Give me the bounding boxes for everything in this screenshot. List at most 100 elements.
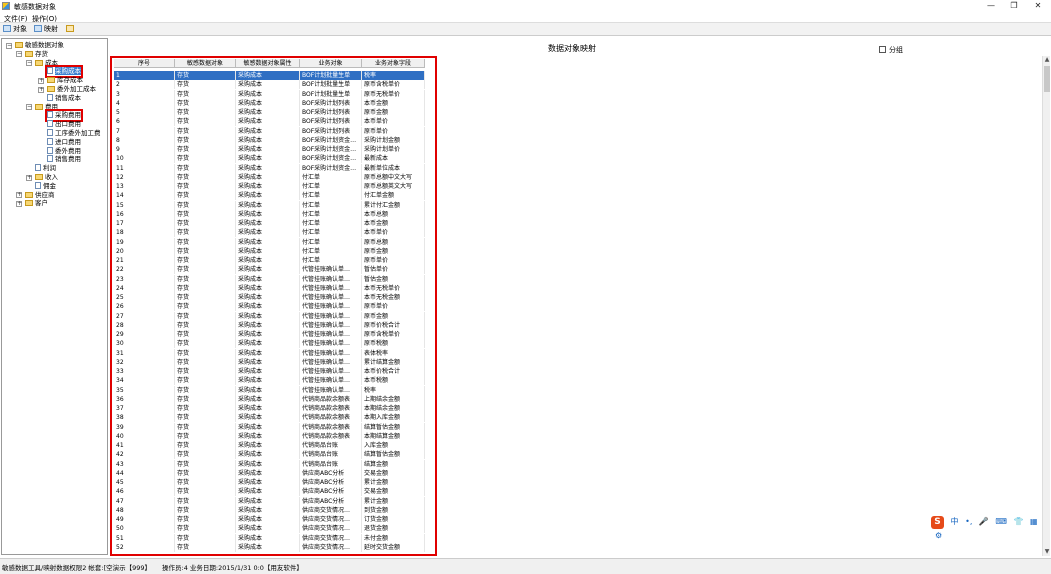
table-row[interactable]: 36 存货 采购成本 代销商品款余额表 上期结余金额 <box>114 394 425 404</box>
tree-toggle-icon[interactable]: − <box>16 51 22 58</box>
table-row[interactable]: 1 存货 采购成本 BOF计划批量生单 税率 <box>114 71 425 80</box>
table-row[interactable]: 14 存货 采购成本 付汇单 付汇单金额 <box>114 191 425 201</box>
table-row[interactable]: 8 存货 采购成本 BOF采购计划资金… 采购计划金额 <box>114 135 425 145</box>
table-row[interactable]: 4 存货 采购成本 BOF采购计划列表 本币金额 <box>114 98 425 108</box>
table-row[interactable]: 52 存货 采购成本 供应商交货情况… 延时交货金额 <box>114 542 425 552</box>
tree-node[interactable]: 收入 <box>35 173 58 182</box>
tree-node[interactable]: 敏感数据对象 <box>15 41 64 50</box>
minimize-icon[interactable]: — <box>984 1 998 11</box>
tree-node[interactable]: 工序委外加工费 <box>47 129 101 138</box>
column-header[interactable]: 业务对象 <box>300 59 362 68</box>
tree-node[interactable]: 出口费用 <box>47 120 81 129</box>
table-cell: 上期结余金额 <box>362 394 425 404</box>
table-row[interactable]: 10 存货 采购成本 BOF采购计划资金… 最新成本 <box>114 154 425 164</box>
object-button[interactable]: 对象 <box>3 25 27 34</box>
tree-node[interactable]: 委外加工成本 <box>47 85 96 94</box>
close-icon[interactable]: ✕ <box>1031 1 1045 11</box>
keyboard-icon[interactable]: ⌨ <box>995 515 1007 529</box>
table-row[interactable]: 38 存货 采购成本 代销商品款余额表 本期入库金额 <box>114 413 425 423</box>
table-row[interactable]: 40 存货 采购成本 代销商品款余额表 本期结算金额 <box>114 431 425 441</box>
table-row[interactable]: 47 存货 采购成本 供应商ABC分析 累计金额 <box>114 496 425 506</box>
tree-node[interactable]: 佣金 <box>35 181 56 191</box>
table-row[interactable]: 46 存货 采购成本 供应商ABC分析 交易金额 <box>114 487 425 497</box>
table-row[interactable]: 30 存货 采购成本 代管挂账确认单… 原币税额 <box>114 339 425 349</box>
tree-node[interactable]: 存货 <box>25 50 48 59</box>
table-row[interactable]: 3 存货 采购成本 BOF计划批量生单 原币无税单价 <box>114 89 425 99</box>
table-row[interactable]: 29 存货 采购成本 代管挂账确认单… 原币含税单价 <box>114 330 425 339</box>
table-row[interactable]: 35 存货 采购成本 代管挂账确认单… 税率 <box>114 385 425 395</box>
ime-toolbar[interactable]: S 中 •, 🎤 ⌨ 👕 ▦ ⚙ <box>931 515 1043 540</box>
table-row[interactable]: 25 存货 采购成本 代管挂账确认单… 本币无税金额 <box>114 293 425 302</box>
table-row[interactable]: 21 存货 采购成本 付汇单 原币单价 <box>114 256 425 265</box>
sogou-ime-icon[interactable]: S <box>931 516 944 529</box>
grid-icon[interactable]: ▦ <box>1030 515 1038 529</box>
tree-toggle-icon[interactable]: − <box>6 42 12 49</box>
table-row[interactable]: 43 存货 采购成本 代销商品台账 结算金额 <box>114 459 425 469</box>
scroll-thumb[interactable] <box>1044 66 1050 92</box>
punctuation-icon[interactable]: •, <box>965 515 972 529</box>
table-row[interactable]: 23 存货 采购成本 代管挂账确认单… 暂估金额 <box>114 274 425 284</box>
table-row[interactable]: 18 存货 采购成本 付汇单 本币单价 <box>114 228 425 238</box>
table-row[interactable]: 37 存货 采购成本 代销商品款余额表 本期结余金额 <box>114 404 425 413</box>
tree-toggle-icon[interactable]: + <box>38 77 44 84</box>
tree-node[interactable]: 客户 <box>25 199 48 208</box>
mapping-button[interactable]: 映射 <box>34 25 58 34</box>
column-header[interactable]: 敏感数据对象属性 <box>236 59 300 68</box>
table-row[interactable]: 33 存货 采购成本 代管挂账确认单… 本币价税合计 <box>114 367 425 376</box>
table-row[interactable]: 45 存货 采购成本 供应商ABC分析 累计金额 <box>114 478 425 487</box>
exit-button[interactable] <box>66 25 76 34</box>
table-row[interactable]: 9 存货 采购成本 BOF采购计划资金… 采购计划单价 <box>114 145 425 154</box>
tree-toggle-icon[interactable]: − <box>26 60 32 67</box>
table-row[interactable]: 20 存货 采购成本 付汇单 原币金额 <box>114 246 425 256</box>
tree-toggle-icon[interactable]: + <box>16 200 22 207</box>
tree-node[interactable]: 库存成本 <box>47 76 83 85</box>
table-cell: 付汇单 <box>300 182 362 191</box>
table-row[interactable]: 34 存货 采购成本 代管挂账确认单… 本币税额 <box>114 376 425 386</box>
table-row[interactable]: 2 存货 采购成本 BOF计划批量生单 原币含税单价 <box>114 80 425 90</box>
table-row[interactable]: 12 存货 采购成本 付汇单 原币总额中文大写 <box>114 172 425 182</box>
table-row[interactable]: 31 存货 采购成本 代管挂账确认单… 表体税率 <box>114 348 425 358</box>
skin-icon[interactable]: 👕 <box>1014 515 1024 529</box>
table-row[interactable]: 26 存货 采购成本 代管挂账确认单… 原币单价 <box>114 302 425 312</box>
table-row[interactable]: 48 存货 采购成本 供应商交货情况… 到货金额 <box>114 505 425 515</box>
column-header[interactable]: 业务对象字段 <box>362 59 425 68</box>
table-row[interactable]: 44 存货 采购成本 供应商ABC分析 交易金额 <box>114 468 425 478</box>
tree-node[interactable]: 进口费用 <box>47 137 81 147</box>
table-row[interactable]: 41 存货 采购成本 代销商品台账 入库金额 <box>114 441 425 450</box>
table-row[interactable]: 39 存货 采购成本 代销商品款余额表 结算暂估金额 <box>114 422 425 432</box>
table-row[interactable]: 17 存货 采购成本 付汇单 本币金额 <box>114 219 425 228</box>
tree-node[interactable]: 销售成本 <box>47 93 81 103</box>
tree-toggle-icon[interactable]: + <box>16 192 22 199</box>
table-row[interactable]: 51 存货 采购成本 供应商交货情况… 未付金额 <box>114 533 425 543</box>
table-row[interactable]: 15 存货 采购成本 付汇单 累计付汇金额 <box>114 200 425 210</box>
table-row[interactable]: 22 存货 采购成本 代管挂账确认单… 暂估单价 <box>114 265 425 275</box>
table-row[interactable]: 32 存货 采购成本 代管挂账确认单… 累计结算金额 <box>114 357 425 367</box>
table-row[interactable]: 11 存货 采购成本 BOF采购计划资金… 最新单位成本 <box>114 163 425 173</box>
table-row[interactable]: 5 存货 采购成本 BOF采购计划列表 原币金额 <box>114 108 425 117</box>
table-row[interactable]: 42 存货 采购成本 代销商品台账 结算暂估金额 <box>114 450 425 460</box>
table-row[interactable]: 49 存货 采购成本 供应商交货情况… 订货金额 <box>114 515 425 524</box>
settings-icon[interactable]: ⚙ <box>935 529 942 543</box>
tree-toggle-icon[interactable]: − <box>26 104 32 111</box>
ime-language[interactable]: 中 <box>951 515 959 529</box>
column-header[interactable]: 序号 <box>114 59 175 68</box>
tree-node[interactable]: 利润 <box>35 164 56 173</box>
vertical-scrollbar[interactable]: ▲ ▼ <box>1042 56 1050 556</box>
group-checkbox[interactable]: 分组 <box>879 45 903 55</box>
microphone-icon[interactable]: 🎤 <box>979 515 989 529</box>
tree-toggle-icon[interactable]: + <box>26 174 32 181</box>
table-row[interactable]: 6 存货 采购成本 BOF采购计划列表 本币单价 <box>114 117 425 127</box>
table-row[interactable]: 13 存货 采购成本 付汇单 原币总额英文大写 <box>114 182 425 191</box>
column-header[interactable]: 敏感数据对象 <box>175 59 236 68</box>
scroll-down-icon[interactable]: ▼ <box>1043 548 1051 556</box>
maximize-icon[interactable]: ❐ <box>1007 1 1021 11</box>
table-row[interactable]: 7 存货 采购成本 BOF采购计划列表 原币单价 <box>114 126 425 136</box>
tree-toggle-icon[interactable]: + <box>38 86 44 93</box>
table-row[interactable]: 16 存货 采购成本 付汇单 本币总额 <box>114 209 425 219</box>
table-row[interactable]: 28 存货 采购成本 代管挂账确认单… 原币价税合计 <box>114 320 425 330</box>
table-row[interactable]: 27 存货 采购成本 代管挂账确认单… 原币金额 <box>114 311 425 321</box>
table-row[interactable]: 50 存货 采购成本 供应商交货情况… 退货金额 <box>114 524 425 534</box>
table-row[interactable]: 24 存货 采购成本 代管挂账确认单… 本币无税单价 <box>114 283 425 293</box>
scroll-up-icon[interactable]: ▲ <box>1043 56 1051 64</box>
table-row[interactable]: 19 存货 采购成本 付汇单 原币总额 <box>114 237 425 247</box>
